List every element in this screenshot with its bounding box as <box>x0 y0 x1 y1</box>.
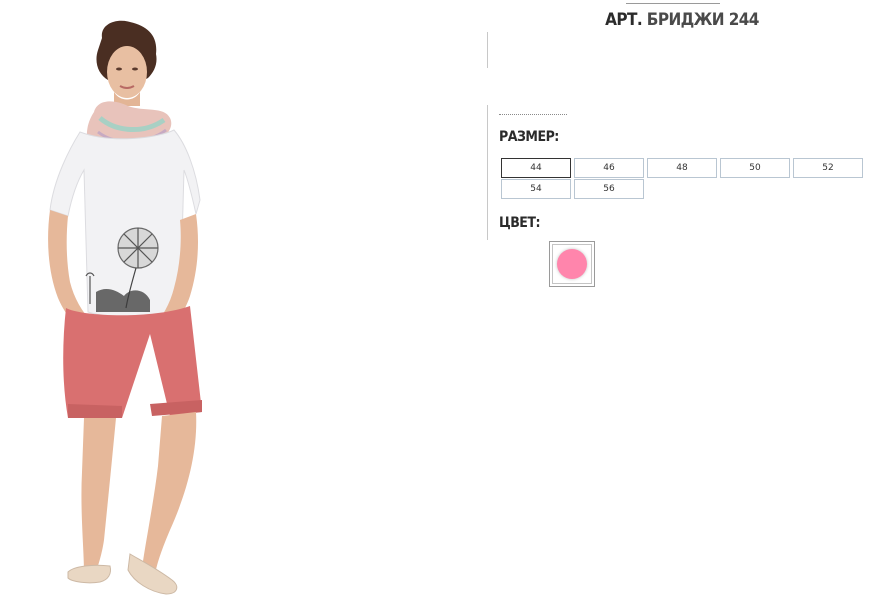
size-option-52[interactable]: 52 <box>793 158 863 178</box>
size-option-48[interactable]: 48 <box>647 158 717 178</box>
face <box>107 46 147 98</box>
size-option-44[interactable]: 44 <box>501 158 571 178</box>
left-shoe <box>67 564 111 584</box>
left-leg <box>81 418 116 572</box>
right-leg <box>142 412 197 570</box>
size-option-50[interactable]: 50 <box>720 158 790 178</box>
color-label: ЦВЕТ: <box>499 215 541 231</box>
color-swatch-pink[interactable] <box>549 241 595 287</box>
swatch-frame <box>552 244 592 284</box>
shorts <box>63 306 202 418</box>
swatch-dot <box>557 249 587 279</box>
title-rule <box>626 3 720 4</box>
dotted-separator <box>499 114 567 115</box>
size-selector: 44 46 48 50 52 54 56 <box>501 158 871 199</box>
size-label: РАЗМЕР: <box>499 129 559 145</box>
size-option-54[interactable]: 54 <box>501 179 571 199</box>
size-option-46[interactable]: 46 <box>574 158 644 178</box>
product-title: АРТ. БРИДЖИ 244 <box>560 10 804 30</box>
title-name: БРИДЖИ 244 <box>646 10 760 30</box>
size-option-56[interactable]: 56 <box>574 179 644 199</box>
product-photo <box>48 20 202 595</box>
divider-top <box>487 32 488 68</box>
divider-main <box>487 105 488 240</box>
title-prefix: АРТ. <box>605 10 643 30</box>
